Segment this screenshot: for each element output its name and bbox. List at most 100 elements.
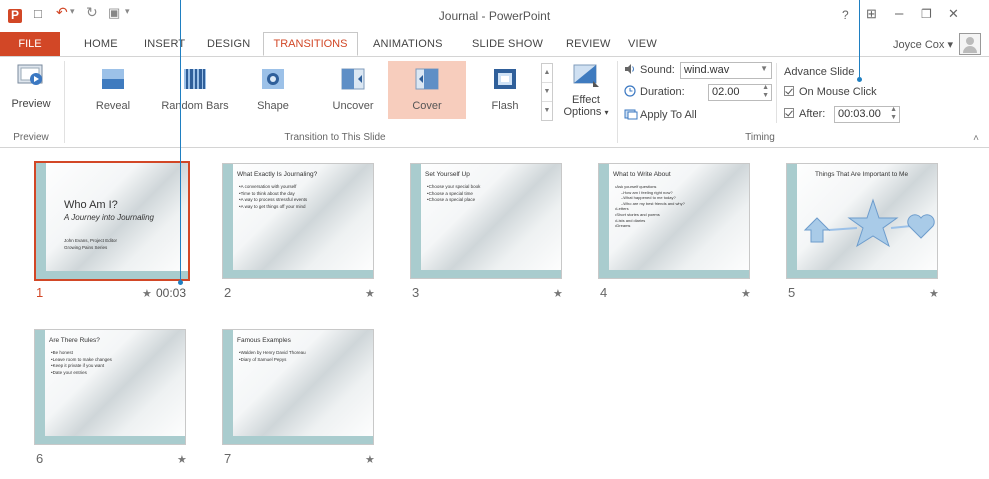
slide-thumbnail-3[interactable]: Set Yourself Up Choose your special book… [410, 163, 562, 279]
tab-transitions[interactable]: TRANSITIONS [263, 32, 358, 56]
slide-bullet: A way to get things off your mind [239, 204, 307, 211]
apply-to-all-label: Apply To All [640, 109, 697, 121]
close-icon[interactable]: ✕ [948, 6, 959, 22]
tab-view[interactable]: VIEW [628, 38, 657, 50]
slide-timing: 00:03 [156, 286, 187, 300]
spin-arrows-icon[interactable]: ▲ ▼ [890, 106, 897, 122]
slide-bullet: Diary of Samuel Pepys [239, 357, 306, 364]
tab-review[interactable]: REVIEW [566, 38, 611, 50]
transition-star-icon[interactable]: ★ [365, 453, 375, 466]
slide-number: 4 [600, 285, 608, 300]
slide-accent-bar [36, 163, 46, 279]
transition-random-bars[interactable]: Random Bars [156, 61, 234, 119]
apply-to-all-icon [624, 108, 638, 120]
slide-meta: John Evans, Project Editor Growing Pains… [64, 237, 117, 251]
callout-dot [178, 280, 183, 285]
effect-options-label-2: Options ▾ [563, 106, 609, 118]
tab-design[interactable]: DESIGN [207, 38, 250, 50]
restore-icon[interactable]: ❐ [921, 7, 932, 21]
user-account[interactable]: Joyce Cox ▾ [893, 38, 953, 51]
cover-icon [415, 68, 439, 90]
slide-bullets: Choose your special book Choose a specia… [427, 184, 481, 204]
cover-label: Cover [412, 100, 442, 112]
title-bar: □ ↶ ▾ ↻ ▣ ▾ Journal - PowerPoint ? ⊞ – ❐… [0, 0, 989, 32]
slide-bullets: Walden by Henry David Thoreau Diary of S… [239, 350, 306, 363]
slide-thumbnail-6[interactable]: Are There Rules? Be honest Leave room to… [34, 329, 186, 445]
after-checkbox[interactable]: After: [784, 108, 825, 120]
transition-star-icon[interactable]: ★ [142, 287, 152, 300]
slide-title: Are There Rules? [49, 337, 100, 344]
transition-star-icon[interactable]: ★ [553, 287, 563, 300]
gallery-more-icon[interactable]: ▼ [542, 102, 552, 120]
transition-shape[interactable]: Shape [234, 61, 312, 119]
user-name: Joyce Cox [893, 39, 945, 51]
slide-number: 6 [36, 451, 44, 466]
on-mouse-click-checkbox[interactable]: On Mouse Click [784, 86, 877, 98]
after-label: After: [799, 108, 826, 120]
transition-cover[interactable]: Cover [388, 61, 466, 119]
slide-meta-line: Growing Pains Series [64, 245, 108, 250]
transition-star-icon[interactable]: ★ [929, 287, 939, 300]
user-dropdown-icon: ▾ [947, 39, 953, 51]
uncover-label: Uncover [332, 100, 374, 112]
tab-slide-show[interactable]: SLIDE SHOW [472, 38, 543, 50]
tab-animations[interactable]: ANIMATIONS [373, 38, 443, 50]
slide-number: 7 [224, 451, 232, 466]
slide-bullet: Choose a special place [427, 197, 480, 204]
uncover-icon [341, 68, 365, 90]
random-bars-label: Random Bars [161, 100, 229, 112]
slide-title: What Exactly Is Journaling? [237, 171, 318, 178]
slide-thumbnail-2[interactable]: What Exactly Is Journaling? A conversati… [222, 163, 374, 279]
duration-stepper[interactable]: 02.00 ▲ ▼ [708, 84, 772, 101]
slide-thumbnail-7[interactable]: Famous Examples Walden by Henry David Th… [222, 329, 374, 445]
slide-number: 1 [36, 285, 44, 300]
transition-reveal[interactable]: Reveal [74, 61, 152, 119]
slide-thumbnail-4[interactable]: What to Write About Ask yourself questio… [598, 163, 750, 279]
transition-flash[interactable]: Flash [466, 61, 544, 119]
checkbox-checked-icon[interactable] [784, 108, 794, 118]
collapse-ribbon-icon[interactable]: ˄ [973, 133, 979, 144]
preview-button[interactable]: Preview [4, 61, 58, 110]
sound-label: Sound: [640, 64, 675, 76]
slide-meta-line: John Evans, Project Editor [64, 238, 118, 243]
slide-sorter: Who Am I? A Journey into Journaling John… [0, 149, 989, 479]
slide-title: What to Write About [613, 171, 671, 178]
advance-slide-label: Advance Slide [784, 66, 855, 78]
help-icon[interactable]: ? [842, 8, 849, 22]
transition-uncover[interactable]: Uncover [314, 61, 392, 119]
gallery-up-icon[interactable]: ▲ [542, 64, 552, 83]
slide-bullet: Date your entries [51, 370, 112, 377]
slide-thumbnail-1[interactable]: Who Am I? A Journey into Journaling John… [34, 161, 190, 281]
slide-bullet: Dreams [615, 223, 685, 229]
transition-star-icon[interactable]: ★ [177, 453, 187, 466]
ribbon-tabs: FILE HOME INSERT DESIGN TRANSITIONS ANIM… [0, 32, 989, 56]
gallery-down-icon[interactable]: ▼ [542, 83, 552, 102]
ribbon-display-options-icon[interactable]: ⊞ [866, 6, 877, 22]
on-mouse-click-label: On Mouse Click [799, 86, 877, 98]
duration-row: Duration: [624, 85, 685, 98]
checkbox-checked-icon[interactable] [784, 86, 794, 96]
slide-thumbnail-5[interactable]: Things That Are Important to Me [786, 163, 938, 279]
transition-star-icon[interactable]: ★ [741, 287, 751, 300]
transition-group-label: Transition to This Slide [284, 132, 386, 143]
spin-arrows-icon[interactable]: ▲ ▼ [762, 84, 769, 100]
minimize-icon[interactable]: – [895, 5, 903, 22]
transition-star-icon[interactable]: ★ [365, 287, 375, 300]
avatar[interactable] [959, 33, 981, 55]
callout-line-after [859, 0, 860, 80]
reveal-icon [102, 69, 124, 89]
timing-group-label: Timing [745, 132, 775, 143]
shapes-diagram [803, 198, 935, 248]
tab-home[interactable]: HOME [84, 38, 118, 50]
after-time-stepper[interactable]: 00:03.00 ▲ ▼ [834, 106, 900, 123]
effect-options-icon [573, 64, 599, 87]
tab-file[interactable]: FILE [0, 32, 60, 56]
shape-icon [262, 69, 284, 89]
sound-row: Sound: [624, 63, 675, 76]
apply-to-all-button[interactable]: Apply To All [624, 108, 697, 121]
slide-title: Who Am I? [64, 199, 118, 211]
sound-dropdown[interactable]: wind.wav ▼ [680, 62, 772, 79]
effect-options-button[interactable]: Effect Options ▾ [558, 61, 614, 118]
gallery-scrollbar[interactable]: ▲ ▼ ▼ [541, 63, 553, 121]
preview-label: Preview [11, 98, 51, 110]
